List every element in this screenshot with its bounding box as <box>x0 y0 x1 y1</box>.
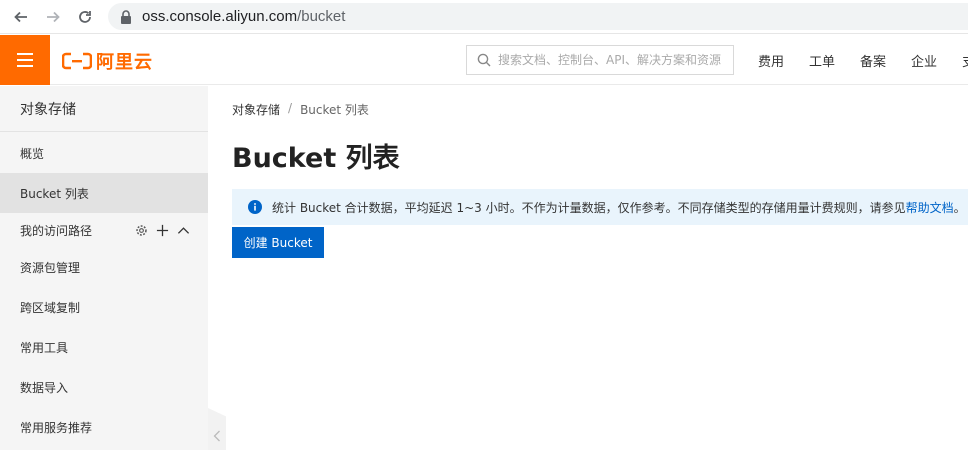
url-text: oss.console.aliyun.com/bucket <box>142 8 346 25</box>
help-doc-link[interactable]: 帮助文档 <box>906 199 954 216</box>
search-box[interactable] <box>466 45 734 75</box>
sidebar: 对象存储 概览 Bucket 列表 我的访问路径 资源包管理 跨区域复制 常用工… <box>0 86 208 450</box>
logo-text: 阿里云 <box>96 52 153 73</box>
aliyun-logo[interactable]: 阿里云 <box>62 49 153 73</box>
page-title: Bucket 列表 <box>232 143 400 174</box>
nav-icp[interactable]: 备案 <box>860 51 886 70</box>
chevron-left-icon <box>213 430 220 442</box>
sidebar-item-bucket-list[interactable]: Bucket 列表 <box>0 173 208 213</box>
back-icon[interactable] <box>10 6 32 28</box>
top-nav: 费用 工单 备案 企业 支 <box>758 35 968 85</box>
nav-billing[interactable]: 费用 <box>758 51 784 70</box>
notice-tail: 。 <box>953 200 966 215</box>
search-icon <box>477 53 491 67</box>
aliyun-logo-icon <box>62 52 92 70</box>
sidebar-collapse-toggle[interactable] <box>208 408 226 450</box>
chevron-up-icon[interactable] <box>177 224 190 237</box>
breadcrumb-item-current: Bucket 列表 <box>300 103 369 117</box>
sidebar-item-recommended-services[interactable]: 常用服务推荐 <box>0 407 208 447</box>
info-icon <box>248 200 262 214</box>
nav-tickets[interactable]: 工单 <box>809 51 835 70</box>
breadcrumb: 对象存储 / Bucket 列表 <box>232 101 369 118</box>
sidebar-group-label: 我的访问路径 <box>20 223 93 238</box>
sidebar-item-common-tools[interactable]: 常用工具 <box>0 327 208 367</box>
top-header: 阿里云 费用 工单 备案 企业 支 <box>0 35 968 85</box>
sidebar-title: 对象存储 <box>0 86 208 132</box>
breadcrumb-separator: / <box>288 101 293 115</box>
breadcrumb-item-oss[interactable]: 对象存储 <box>232 101 280 118</box>
menu-icon[interactable] <box>0 35 50 85</box>
sidebar-group-actions <box>135 224 190 237</box>
sidebar-item-cross-region-replication[interactable]: 跨区域复制 <box>0 287 208 327</box>
forward-icon[interactable] <box>42 6 64 28</box>
lock-icon <box>121 9 131 24</box>
sidebar-item-overview[interactable]: 概览 <box>0 133 208 173</box>
add-icon[interactable] <box>156 224 169 237</box>
sidebar-group-my-paths: 我的访问路径 <box>0 213 208 247</box>
info-notice: 统计 Bucket 合计数据，平均延迟 1~3 小时。不作为计量数据，仅作参考。… <box>232 189 968 225</box>
settings-icon[interactable] <box>135 224 148 237</box>
search-input[interactable] <box>498 53 728 67</box>
nav-support[interactable]: 支 <box>962 51 968 70</box>
sidebar-item-resource-packages[interactable]: 资源包管理 <box>0 247 208 287</box>
browser-toolbar: oss.console.aliyun.com/bucket <box>0 0 968 34</box>
sidebar-item-data-import[interactable]: 数据导入 <box>0 367 208 407</box>
notice-text: 统计 Bucket 合计数据，平均延迟 1~3 小时。不作为计量数据，仅作参考。… <box>272 200 906 215</box>
create-bucket-button[interactable]: 创建 Bucket <box>232 227 324 258</box>
address-bar[interactable]: oss.console.aliyun.com/bucket <box>108 3 968 30</box>
nav-enterprise[interactable]: 企业 <box>911 51 937 70</box>
reload-icon[interactable] <box>74 6 96 28</box>
